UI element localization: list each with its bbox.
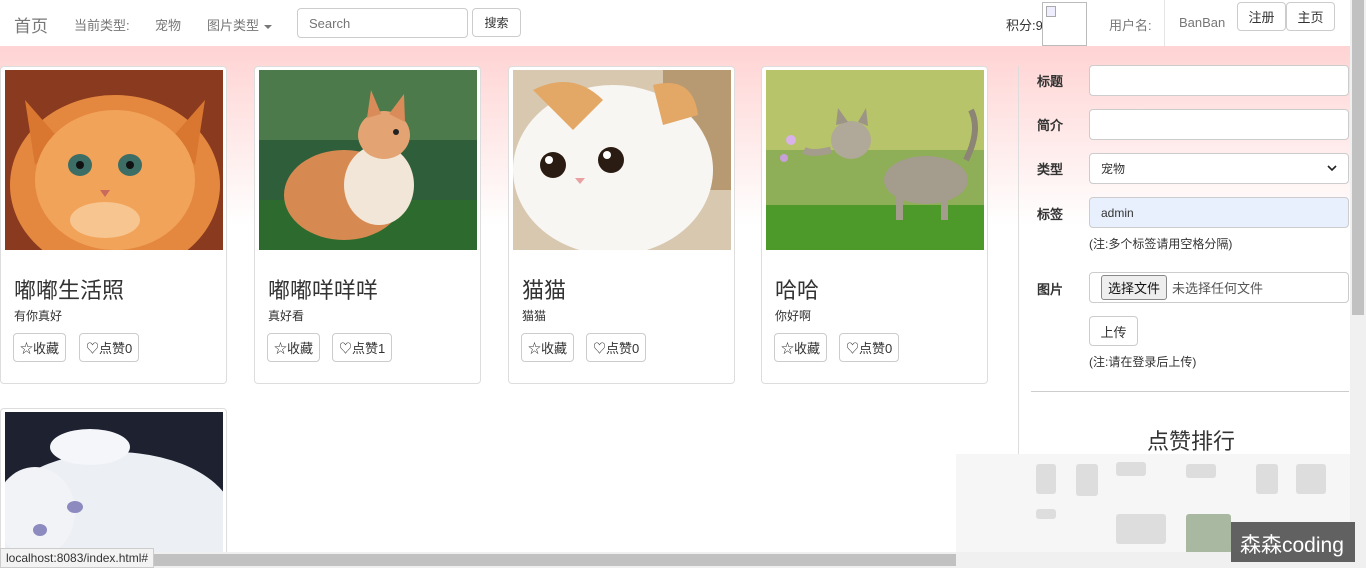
username-label: 用户名: <box>1109 18 1152 33</box>
blurred-item <box>1256 464 1278 494</box>
current-type-value[interactable]: 宠物 <box>155 15 181 34</box>
status-bar-url: localhost:8083/index.html# <box>0 548 155 568</box>
watermark: 森森coding <box>1231 522 1355 562</box>
type-select[interactable]: 宠物 <box>1089 153 1349 184</box>
section-divider <box>1031 391 1349 392</box>
intro-label: 简介 <box>1037 118 1064 133</box>
image-card: 哈哈 你好啊 ☆收藏 ♡点赞0 <box>761 66 988 384</box>
intro-input[interactable] <box>1089 109 1349 140</box>
card-title: 嘟嘟生活照 <box>14 278 125 303</box>
card-title: 猫猫 <box>522 278 567 303</box>
like-button[interactable]: ♡点赞0 <box>79 333 140 362</box>
white-cat-image <box>513 70 731 250</box>
home-link[interactable]: 首页 <box>14 12 48 37</box>
search-button[interactable]: 搜索 <box>472 8 521 37</box>
collect-button[interactable]: ☆收藏 <box>774 333 828 362</box>
upload-button[interactable]: 上传 <box>1089 316 1138 346</box>
image-label: 图片 <box>1037 282 1064 297</box>
like-button[interactable]: ♡点赞0 <box>586 333 647 362</box>
upload-note: (注:请在登录后上传) <box>1089 355 1197 369</box>
orange-kitten-image <box>5 70 223 250</box>
tabby-kitten-image <box>766 70 984 250</box>
blurred-item <box>1116 462 1146 476</box>
card-title: 哈哈 <box>775 278 820 303</box>
card-image[interactable] <box>5 412 223 568</box>
white-cat-lying-image <box>5 412 223 568</box>
card-image[interactable] <box>259 70 477 250</box>
like-button[interactable]: ♡点赞1 <box>332 333 393 362</box>
card-image[interactable] <box>513 70 731 250</box>
type-label: 类型 <box>1037 162 1064 177</box>
avatar[interactable] <box>1042 2 1087 46</box>
broken-image-icon <box>1046 6 1056 17</box>
nav-divider <box>1164 0 1165 46</box>
points-label: 积分:9 <box>1006 18 1043 33</box>
collect-button[interactable]: ☆收藏 <box>267 333 321 362</box>
caret-down-icon <box>264 24 273 29</box>
card-description: 真好看 <box>268 309 305 323</box>
card-title: 嘟嘟咩咩咩 <box>268 278 379 303</box>
page: 首页 当前类型: 宠物 图片类型 搜索 积分:9 用户名: BanBan 注册 … <box>0 0 1366 568</box>
current-type-label: 当前类型: <box>74 18 130 33</box>
blurred-item <box>1036 509 1056 519</box>
vertical-scroll-thumb[interactable] <box>1352 0 1364 315</box>
card-image[interactable] <box>5 70 223 250</box>
tag-label: 标签 <box>1037 207 1064 222</box>
like-button[interactable]: ♡点赞0 <box>839 333 900 362</box>
sidebar-divider <box>1018 66 1019 456</box>
image-type-label: 图片类型 <box>207 18 260 33</box>
username: BanBan <box>1179 15 1226 30</box>
image-card <box>0 408 227 568</box>
image-card: 嘟嘟生活照 有你真好 ☆收藏 ♡点赞0 <box>0 66 227 384</box>
image-card: 嘟嘟咩咩咩 真好看 ☆收藏 ♡点赞1 <box>254 66 481 384</box>
title-input[interactable] <box>1089 65 1349 96</box>
blurred-item <box>1296 464 1326 494</box>
search-input[interactable] <box>297 8 468 38</box>
chevron-down-icon <box>1327 165 1337 172</box>
top-navbar: 首页 当前类型: 宠物 图片类型 搜索 积分:9 用户名: BanBan 注册 … <box>0 0 1350 46</box>
card-image[interactable] <box>766 70 984 250</box>
card-description: 有你真好 <box>14 309 63 323</box>
blurred-item <box>1076 464 1098 496</box>
tag-note: (注:多个标签请用空格分隔) <box>1089 237 1233 251</box>
blurred-item <box>1116 514 1166 544</box>
choose-file-button[interactable]: 选择文件 <box>1101 275 1168 300</box>
card-description: 你好啊 <box>775 309 812 323</box>
ginger-kitten-image <box>259 70 477 250</box>
image-card: 猫猫 猫猫 ☆收藏 ♡点赞0 <box>508 66 735 384</box>
collect-button[interactable]: ☆收藏 <box>13 333 67 362</box>
no-file-text: 未选择任何文件 <box>1172 281 1264 296</box>
file-input[interactable]: 选择文件 未选择任何文件 <box>1089 272 1349 303</box>
ranking-title: 点赞排行 <box>1147 429 1236 454</box>
title-label: 标题 <box>1037 74 1064 89</box>
home-button[interactable]: 主页 <box>1286 2 1335 31</box>
blurred-item <box>1186 514 1231 554</box>
blurred-item <box>1036 464 1056 494</box>
type-select-value: 宠物 <box>1101 162 1126 176</box>
tag-input[interactable]: admin <box>1089 197 1349 228</box>
collect-button[interactable]: ☆收藏 <box>521 333 575 362</box>
blurred-item <box>1186 464 1216 478</box>
card-description: 猫猫 <box>522 309 547 323</box>
image-type-dropdown[interactable]: 图片类型 <box>207 15 273 34</box>
register-button[interactable]: 注册 <box>1237 2 1286 31</box>
